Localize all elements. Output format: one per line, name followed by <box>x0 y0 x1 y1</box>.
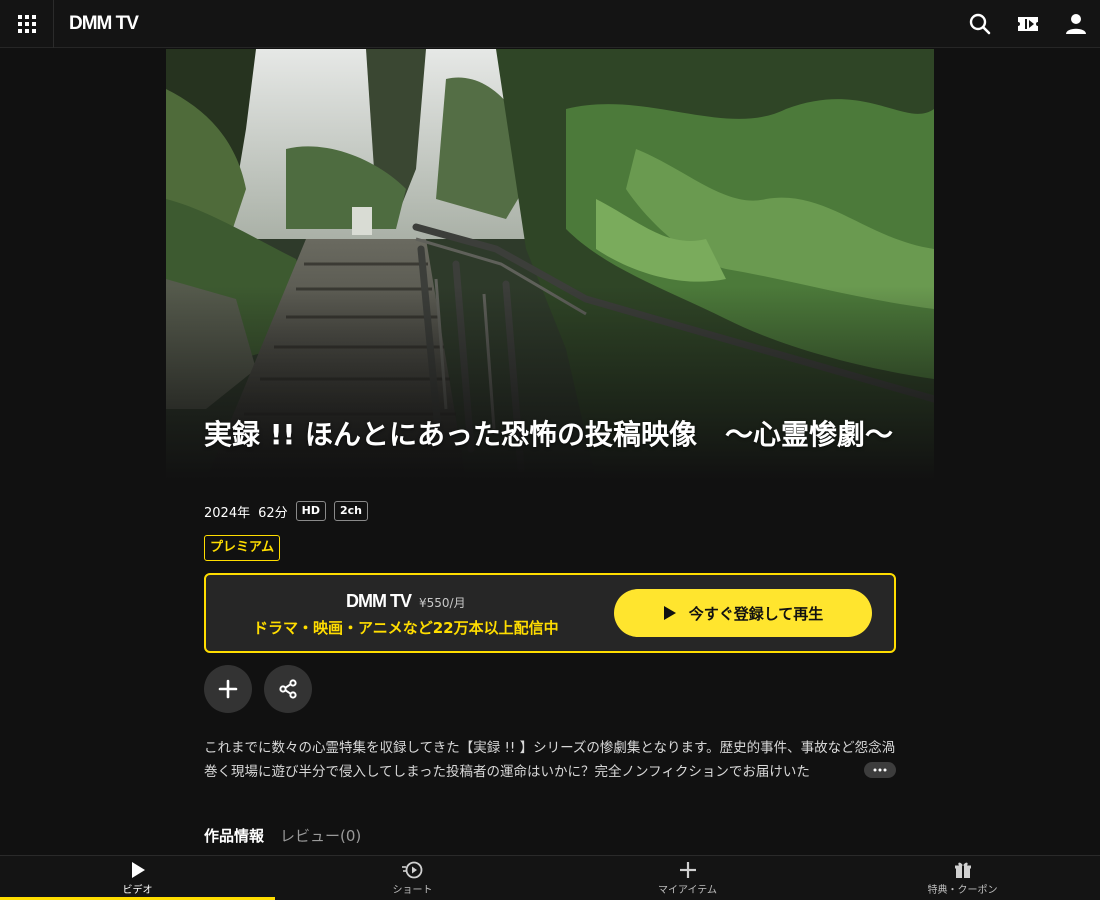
play-icon <box>131 862 145 878</box>
top-header: DMM TV <box>0 0 1100 48</box>
add-to-my-list-button[interactable] <box>204 665 252 713</box>
nav-label-my-items: マイアイテム <box>658 885 717 896</box>
share-button[interactable] <box>264 665 312 713</box>
promo-brand: DMM TV ¥550/月 <box>346 591 466 612</box>
bottom-navigation: ビデオ ショート マイアイテム 特典・クーポン <box>0 855 1100 900</box>
nav-item-coupons[interactable]: 特典・クーポン <box>825 856 1100 900</box>
promo-price: ¥550/月 <box>419 596 466 610</box>
search-icon <box>969 13 991 35</box>
premium-badge: プレミアム <box>204 535 281 561</box>
nav-label-coupons: 特典・クーポン <box>927 885 998 896</box>
nav-item-short[interactable]: ショート <box>275 856 550 900</box>
tab-reviews[interactable]: レビュー(0) <box>280 825 361 846</box>
hd-badge: HD <box>295 501 326 521</box>
video-description: これまでに数々の心霊特集を収録してきた【実録 !! 】シリーズの惨劇集となります… <box>204 740 896 780</box>
ticket-button[interactable] <box>1016 12 1040 36</box>
release-year: 2024年 <box>204 505 251 521</box>
apps-grid-icon <box>17 15 36 33</box>
nav-item-my-items[interactable]: マイアイテム <box>550 856 825 900</box>
nav-label-short: ショート <box>392 885 433 896</box>
expand-description-button[interactable] <box>864 762 896 778</box>
plus-icon <box>218 679 238 699</box>
share-icon <box>279 679 297 699</box>
ticket-icon <box>1018 17 1038 31</box>
more-dots-icon <box>873 768 887 772</box>
duration: 62分 <box>258 505 288 521</box>
short-play-icon <box>401 861 422 879</box>
search-button[interactable] <box>968 12 992 36</box>
video-meta: 2024年 62分 HD 2ch <box>204 500 368 522</box>
play-button-label: 今すぐ登録して再生 <box>688 604 824 623</box>
video-title: 実録 !! ほんとにあった恐怖の投稿映像 ～心霊惨劇～ <box>204 418 894 451</box>
gift-icon <box>954 862 971 878</box>
subscribe-and-play-button[interactable]: 今すぐ登録して再生 <box>614 589 872 637</box>
subscription-banner: DMM TV ¥550/月 ドラマ・映画・アニメなど22万本以上配信中 今すぐ登… <box>204 573 896 653</box>
nav-item-video[interactable]: ビデオ <box>0 856 275 900</box>
user-icon <box>1066 14 1086 34</box>
audio-badge: 2ch <box>333 501 368 521</box>
plus-icon <box>679 862 696 878</box>
detail-tabs: 作品情報 レビュー(0) <box>204 825 361 846</box>
play-icon <box>663 606 676 620</box>
apps-menu-button[interactable] <box>0 0 54 48</box>
tab-work-info[interactable]: 作品情報 <box>204 825 264 846</box>
promo-logo: DMM TV <box>346 591 412 611</box>
promo-tagline: ドラマ・映画・アニメなど22万本以上配信中 <box>253 619 559 637</box>
nav-label-video: ビデオ <box>122 885 153 896</box>
dmm-tv-logo[interactable]: DMM TV <box>69 13 139 35</box>
account-button[interactable] <box>1064 12 1088 36</box>
